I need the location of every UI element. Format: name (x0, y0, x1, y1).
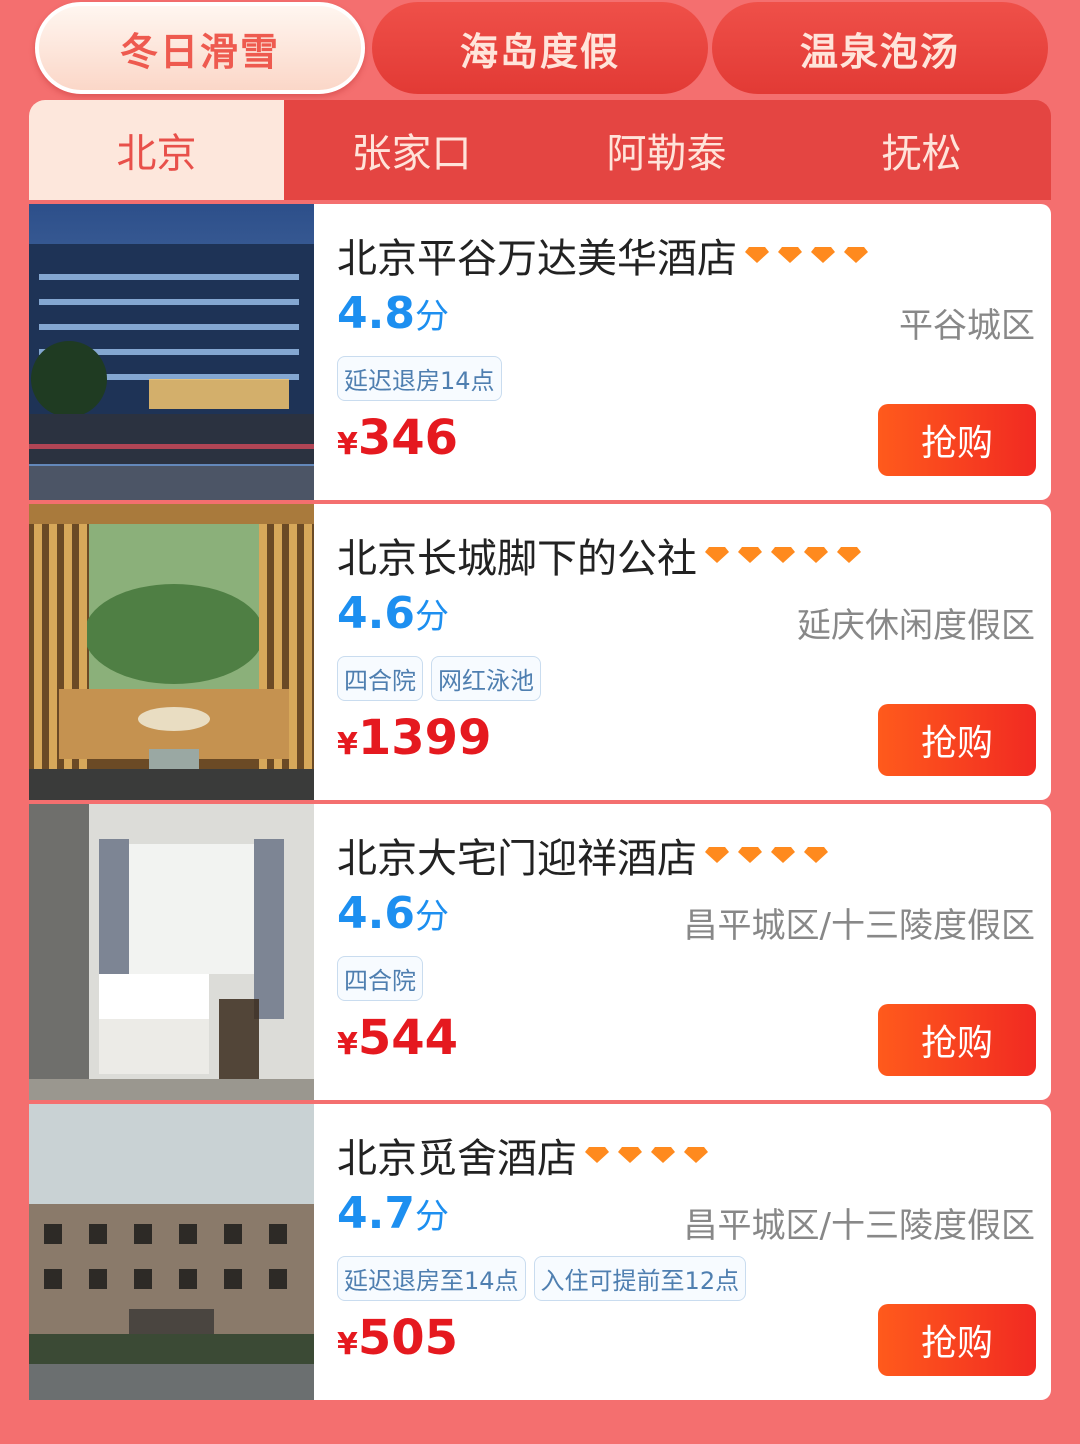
tab-island[interactable]: 海岛度假 (372, 2, 708, 94)
diamond-icon (585, 1147, 609, 1163)
buy-button[interactable]: 抢购 (878, 1004, 1036, 1076)
hotel-area: 平谷城区 (899, 306, 1035, 346)
hotel-name[interactable]: 北京长城脚下的公社 (337, 526, 870, 584)
hotel-name-text[interactable]: 北京觅舍酒店 (337, 1126, 577, 1184)
city-tab-fusong[interactable]: 抚松 (794, 100, 1049, 200)
currency-symbol: ¥ (337, 727, 358, 762)
diamond-icon (804, 547, 828, 563)
hotel-price: ¥1399 (337, 710, 491, 766)
score-value: 4.6 (337, 888, 415, 939)
hotel-photo[interactable] (29, 1104, 314, 1400)
hotel-photo[interactable] (29, 204, 314, 500)
score-unit: 分 (414, 297, 449, 337)
diamond-icon (844, 247, 868, 263)
currency-symbol: ¥ (337, 427, 358, 462)
hotel-tags: 四合院 (337, 956, 431, 1001)
hotel-tags: 四合院 网红泳池 (337, 656, 549, 701)
hotel-name-text[interactable]: 北京大宅门迎祥酒店 (337, 826, 697, 884)
tab-hotspring[interactable]: 温泉泡汤 (712, 2, 1048, 94)
hotel-tag: 四合院 (337, 656, 423, 701)
hotel-photo[interactable] (29, 504, 314, 800)
diamond-icon (738, 547, 762, 563)
diamond-icon (738, 847, 762, 863)
buy-button[interactable]: 抢购 (878, 404, 1036, 476)
score-unit: 分 (414, 897, 449, 937)
diamond-icon (837, 547, 861, 563)
hotel-photo[interactable] (29, 804, 314, 1100)
price-value: 346 (357, 410, 459, 466)
hotel-price: ¥346 (337, 410, 458, 466)
price-value: 544 (357, 1010, 459, 1066)
diamond-rating (745, 247, 877, 263)
hotel-name[interactable]: 北京觅舍酒店 (337, 1126, 717, 1184)
hotel-name[interactable]: 北京大宅门迎祥酒店 (337, 826, 837, 884)
city-tabs: 北京 张家口 阿勒泰 抚松 (29, 100, 1051, 200)
diamond-icon (705, 847, 729, 863)
hotel-name-text[interactable]: 北京长城脚下的公社 (337, 526, 697, 584)
hotel-card[interactable]: 北京长城脚下的公社 4.6分 延庆休闲度假区 四合院 网红泳池 ¥1399 抢购 (29, 504, 1051, 800)
hotel-area: 延庆休闲度假区 (797, 606, 1035, 646)
score-unit: 分 (414, 597, 449, 637)
score-value: 4.6 (337, 588, 415, 639)
diamond-icon (771, 847, 795, 863)
score-value: 4.7 (337, 1188, 415, 1239)
diamond-icon (804, 847, 828, 863)
hotel-area: 昌平城区/十三陵度假区 (683, 1206, 1035, 1246)
tab-ski[interactable]: 冬日滑雪 (35, 2, 365, 94)
diamond-icon (705, 547, 729, 563)
hotel-card[interactable]: 北京大宅门迎祥酒店 4.6分 昌平城区/十三陵度假区 四合院 ¥544 抢购 (29, 804, 1051, 1100)
hotel-tag: 延迟退房至14点 (337, 1256, 526, 1301)
city-tab-beijing[interactable]: 北京 (29, 100, 284, 200)
hotel-tags: 延迟退房14点 (337, 356, 510, 401)
score-value: 4.8 (337, 288, 415, 339)
hotel-tag: 入住可提前至12点 (533, 1256, 747, 1301)
currency-symbol: ¥ (337, 1327, 358, 1362)
price-value: 505 (357, 1310, 459, 1366)
diamond-icon (811, 247, 835, 263)
diamond-rating (705, 547, 870, 563)
hotel-name[interactable]: 北京平谷万达美华酒店 (337, 226, 877, 284)
hotel-card[interactable]: 北京平谷万达美华酒店 4.8分 平谷城区 延迟退房14点 ¥346 抢购 (29, 204, 1051, 500)
hotel-score: 4.6分 (337, 588, 449, 639)
city-tab-aletai[interactable]: 阿勒泰 (539, 100, 794, 200)
price-value: 1399 (357, 710, 492, 766)
city-tab-zhangjiakou[interactable]: 张家口 (284, 100, 539, 200)
hotel-area: 昌平城区/十三陵度假区 (683, 906, 1035, 946)
diamond-rating (585, 1147, 717, 1163)
currency-symbol: ¥ (337, 1027, 358, 1062)
category-tabs: 冬日滑雪 海岛度假 温泉泡汤 (0, 0, 1080, 100)
buy-button[interactable]: 抢购 (878, 704, 1036, 776)
hotel-score: 4.8分 (337, 288, 449, 339)
hotel-score: 4.7分 (337, 1188, 449, 1239)
hotel-tag: 四合院 (337, 956, 423, 1001)
hotel-tag: 网红泳池 (431, 656, 541, 701)
hotel-price: ¥505 (337, 1310, 458, 1366)
diamond-rating (705, 847, 837, 863)
buy-button[interactable]: 抢购 (878, 1304, 1036, 1376)
diamond-icon (771, 547, 795, 563)
hotel-tags: 延迟退房至14点 入住可提前至12点 (337, 1256, 754, 1301)
diamond-icon (684, 1147, 708, 1163)
hotel-score: 4.6分 (337, 888, 449, 939)
score-unit: 分 (414, 1197, 449, 1237)
hotel-card[interactable]: 北京觅舍酒店 4.7分 昌平城区/十三陵度假区 延迟退房至14点 入住可提前至1… (29, 1104, 1051, 1400)
diamond-icon (745, 247, 769, 263)
hotel-price: ¥544 (337, 1010, 458, 1066)
diamond-icon (651, 1147, 675, 1163)
diamond-icon (618, 1147, 642, 1163)
hotel-name-text[interactable]: 北京平谷万达美华酒店 (337, 226, 737, 284)
diamond-icon (778, 247, 802, 263)
hotel-tag: 延迟退房14点 (337, 356, 502, 401)
